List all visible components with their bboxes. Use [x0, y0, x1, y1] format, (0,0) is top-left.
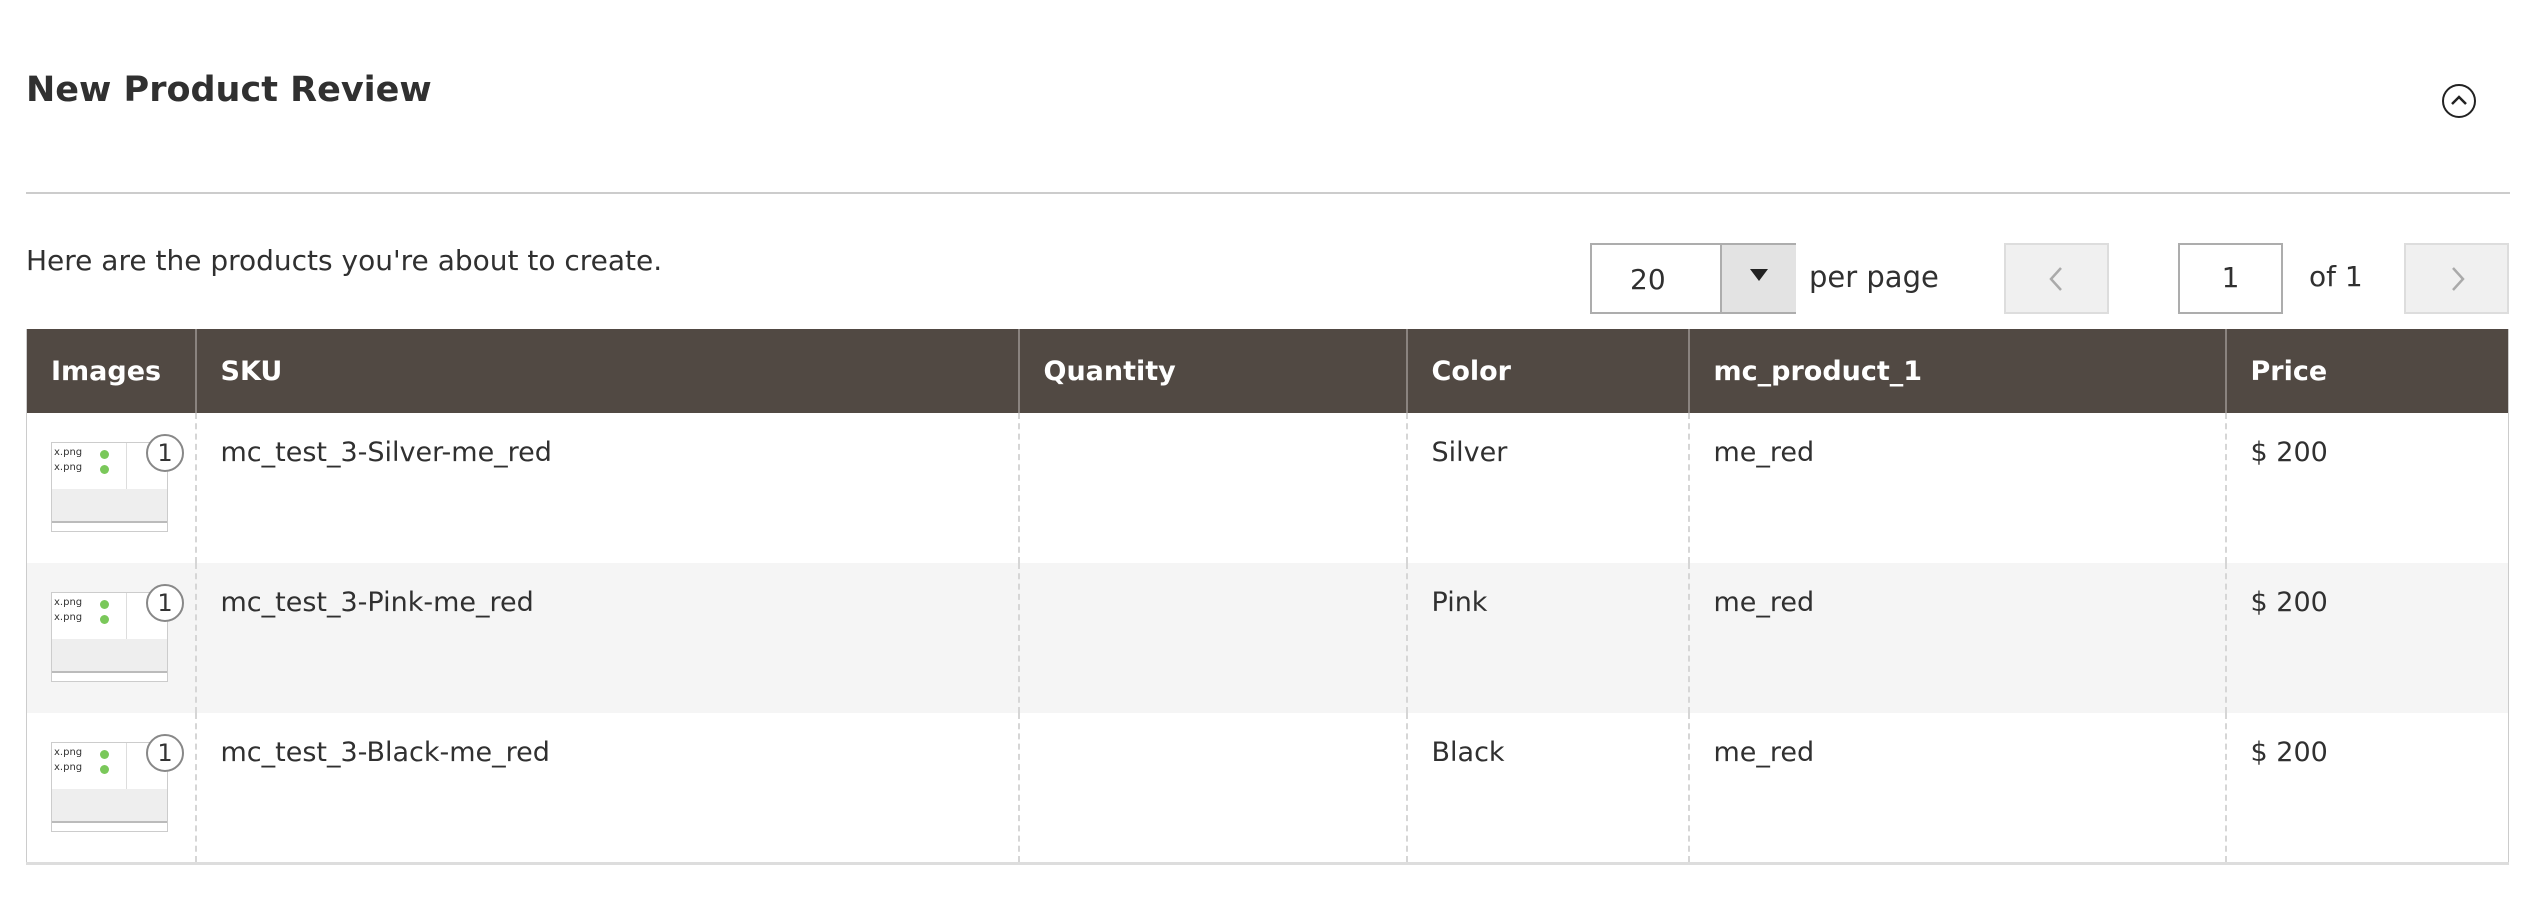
column-header-images: Images [26, 329, 196, 413]
status-dot [100, 465, 109, 474]
table-header-row: Images SKU Quantity Color mc_product_1 P… [26, 329, 2509, 413]
intro-text: Here are the products you're about to cr… [26, 244, 663, 277]
status-dot [100, 615, 109, 624]
mc-product-1-cell: me_red [1687, 563, 2226, 713]
total-pages-label: of 1 [2309, 260, 2363, 293]
per-page-select[interactable]: 20 [1590, 243, 1796, 314]
image-count-badge: 1 [146, 434, 184, 472]
per-page-value: 20 [1630, 263, 1666, 296]
color-cell: Pink [1405, 563, 1689, 713]
quantity-cell [1017, 413, 1407, 563]
thumbnail-divider [126, 743, 127, 789]
next-page-button[interactable] [2404, 243, 2509, 314]
section-title: New Product Review [26, 70, 432, 110]
column-header-mc-product-1: mc_product_1 [1687, 329, 2226, 413]
thumbnail-text: x.png [54, 747, 83, 758]
price-cell: $ 200 [2224, 413, 2509, 563]
sku-cell: mc_test_3-Black-me_red [194, 713, 1019, 863]
previous-page-button[interactable] [2004, 243, 2109, 314]
column-header-quantity: Quantity [1017, 329, 1407, 413]
products-table: Images SKU Quantity Color mc_product_1 P… [26, 329, 2509, 865]
column-header-price: Price [2224, 329, 2509, 413]
color-cell: Black [1405, 713, 1689, 863]
per-page-dropdown-button[interactable] [1720, 245, 1796, 312]
thumbnail-divider [126, 443, 127, 489]
product-image-thumbnail[interactable]: x.png x.png 1 [51, 584, 184, 682]
caret-down-icon [1750, 269, 1768, 281]
status-dot [100, 765, 109, 774]
images-cell: x.png x.png 1 [27, 413, 196, 563]
image-count-badge: 1 [146, 734, 184, 772]
table-row: x.png x.png 1 mc_test_3-Silver-me_red Silver… [27, 413, 2509, 563]
mc-product-1-cell: me_red [1687, 413, 2226, 563]
status-dot [100, 450, 109, 459]
quantity-cell [1017, 713, 1407, 863]
collapse-section-button[interactable] [2442, 84, 2476, 118]
thumbnail-footer [52, 789, 167, 823]
column-header-sku: SKU [194, 329, 1019, 413]
thumbnail-text: x.png [54, 762, 83, 773]
price-cell: $ 200 [2224, 713, 2509, 863]
sku-cell: mc_test_3-Pink-me_red [194, 563, 1019, 713]
table-row: x.png x.png 1 mc_test_3-Black-me_red Black me… [27, 713, 2509, 863]
product-image-thumbnail[interactable]: x.png x.png 1 [51, 734, 184, 832]
price-cell: $ 200 [2224, 563, 2509, 713]
image-count-badge: 1 [146, 584, 184, 622]
product-image-thumbnail[interactable]: x.png x.png 1 [51, 434, 184, 532]
thumbnail-text: x.png [54, 462, 83, 473]
thumbnail-footer [52, 639, 167, 673]
quantity-cell [1017, 563, 1407, 713]
thumbnail-text: x.png [54, 447, 83, 458]
per-page-label: per page [1809, 260, 1939, 294]
thumbnail-text: x.png [54, 597, 83, 608]
column-header-color: Color [1405, 329, 1689, 413]
images-cell: x.png x.png 1 [26, 563, 196, 713]
mc-product-1-cell: me_red [1687, 713, 2226, 863]
thumbnail-text: x.png [54, 612, 83, 623]
chevron-left-icon [2049, 267, 2062, 291]
sku-cell: mc_test_3-Silver-me_red [194, 413, 1019, 563]
thumbnail-divider [126, 593, 127, 639]
images-cell: x.png x.png 1 [27, 713, 196, 863]
status-dot [100, 750, 109, 759]
chevron-up-icon [2451, 95, 2467, 105]
color-cell: Silver [1405, 413, 1689, 563]
thumbnail-footer [52, 489, 167, 523]
chevron-right-icon [2452, 267, 2465, 291]
table-row: x.png x.png 1 mc_test_3-Pink-me_red Pink me_r… [26, 563, 2509, 713]
page-number-input[interactable]: 1 [2178, 243, 2283, 314]
divider [26, 192, 2510, 194]
status-dot [100, 600, 109, 609]
